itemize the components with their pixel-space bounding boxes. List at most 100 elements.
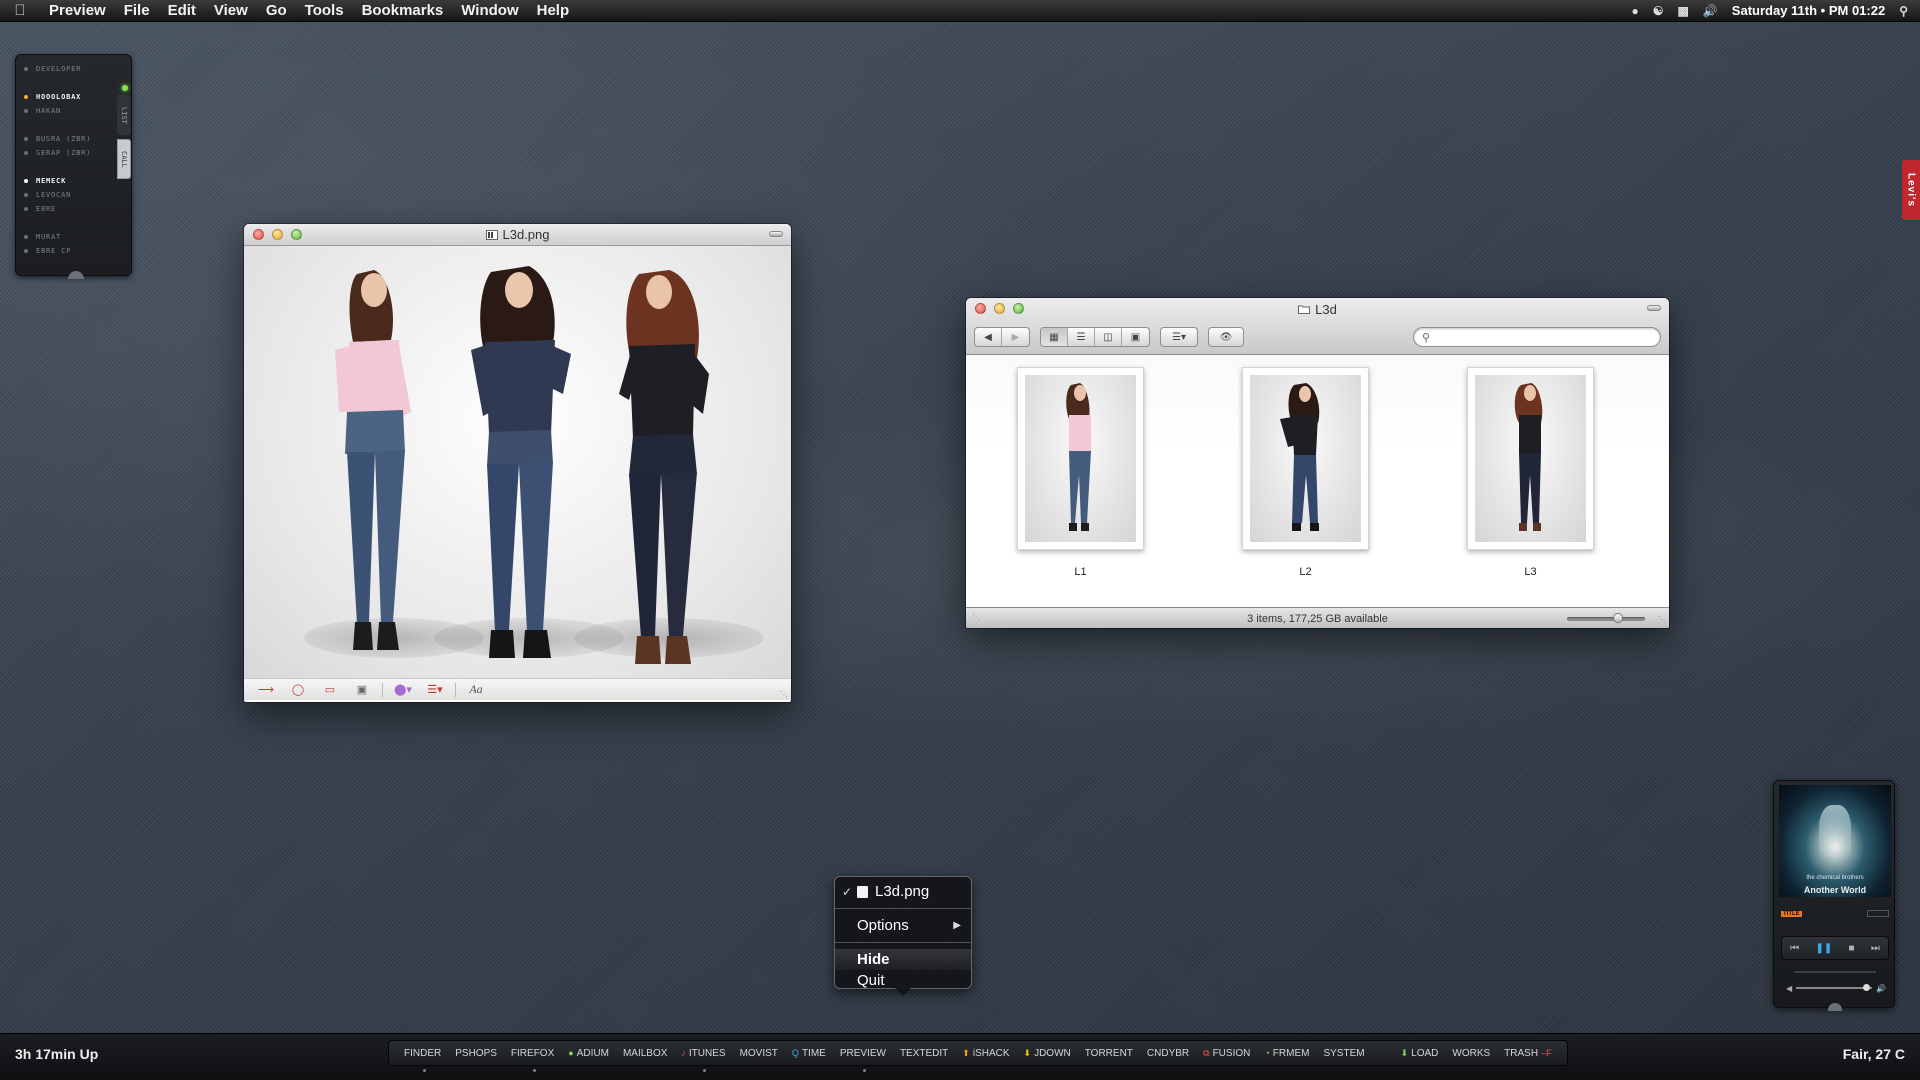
quick-look-eye-icon[interactable]: 👁	[1209, 328, 1243, 346]
launcher-item-load[interactable]: ⬇ LOAD	[1394, 1048, 1446, 1059]
menu-item-hide[interactable]: Hide	[835, 949, 971, 970]
contact-item[interactable]: LEVOCAN	[24, 188, 131, 202]
tab-list[interactable]: LIST	[117, 95, 131, 135]
stop-icon[interactable]: ■	[1849, 943, 1855, 954]
menu-app-name[interactable]: Preview	[40, 2, 115, 19]
menu-bookmarks[interactable]: Bookmarks	[353, 2, 453, 19]
file-item[interactable]: L2	[1242, 367, 1369, 607]
menu-edit[interactable]: Edit	[159, 2, 205, 19]
resize-grip-icon[interactable]: ⋱	[1658, 615, 1666, 624]
menu-help[interactable]: Help	[528, 2, 579, 19]
zoom-button[interactable]	[291, 229, 302, 240]
cover-flow-icon[interactable]: ▣	[1122, 328, 1149, 346]
tab-call[interactable]: CALL	[117, 139, 131, 179]
oval-tool-icon[interactable]: ◯	[282, 681, 314, 699]
volume-icon[interactable]: 🔊	[1703, 4, 1718, 18]
launcher-item-fusion[interactable]: ⧉ FUSION	[1196, 1048, 1257, 1059]
contact-item[interactable]: BUSRA (ZBR)	[24, 132, 131, 146]
network-icon[interactable]: ☯	[1653, 4, 1664, 18]
arrange-menu-icon[interactable]: ☰▾	[1161, 328, 1197, 346]
file-name[interactable]: L3	[1524, 566, 1536, 578]
file-item[interactable]: L1	[1017, 367, 1144, 607]
finder-titlebar[interactable]: L3d	[966, 298, 1669, 320]
menu-view[interactable]: View	[205, 2, 257, 19]
launcher-item-mailbox[interactable]: MAILBOX	[616, 1048, 674, 1059]
minimize-button[interactable]	[994, 303, 1005, 314]
rectangle-tool-icon[interactable]: ▭	[314, 681, 346, 699]
toolbar-toggle-button[interactable]	[1647, 305, 1661, 311]
launcher-item-works[interactable]: WORKS	[1445, 1048, 1497, 1059]
launcher-item-finder[interactable]: FINDER	[397, 1048, 448, 1072]
file-thumbnail[interactable]	[1017, 367, 1144, 550]
menu-file[interactable]: File	[115, 2, 159, 19]
launcher-item-ishack[interactable]: ⬆ iSHACK	[955, 1048, 1016, 1059]
previous-track-icon[interactable]: ⏮	[1790, 943, 1799, 954]
image-canvas[interactable]	[244, 246, 791, 678]
contact-item[interactable]: EBRE CP	[24, 244, 131, 258]
launcher-item-pshops[interactable]: PSHOPS	[448, 1048, 504, 1059]
toolbar-toggle-button[interactable]	[769, 231, 783, 237]
menu-tools[interactable]: Tools	[296, 2, 353, 19]
text-box-tool-icon[interactable]: ▣	[346, 681, 378, 699]
album-cover[interactable]: the chemical brothers Another World	[1779, 785, 1891, 897]
track-progress-bar[interactable]	[1794, 971, 1876, 973]
volume-slider-knob[interactable]	[1863, 984, 1871, 991]
file-item[interactable]: L3	[1467, 367, 1594, 607]
list-view-icon[interactable]: ☰	[1068, 328, 1095, 346]
contact-item[interactable]: MEMECK	[24, 174, 131, 188]
icon-view-icon[interactable]: ▦	[1041, 328, 1068, 346]
minimize-button[interactable]	[272, 229, 283, 240]
launcher-item-textedit[interactable]: TEXTEDIT	[893, 1048, 955, 1059]
menu-item-options[interactable]: Options ▶	[835, 915, 971, 936]
launcher-item-time[interactable]: Q TIME	[785, 1048, 833, 1059]
launcher-item-preview[interactable]: PREVIEW	[833, 1048, 893, 1072]
widget-handle[interactable]	[1828, 1003, 1842, 1011]
file-thumbnail[interactable]	[1242, 367, 1369, 550]
file-name[interactable]: L2	[1299, 566, 1311, 578]
launcher-item-trash[interactable]: TRASH –F	[1497, 1048, 1558, 1059]
rating-box[interactable]	[1867, 910, 1889, 917]
contact-item[interactable]: HAKAN	[24, 104, 131, 118]
back-icon[interactable]: ◀	[975, 328, 1002, 346]
launcher-item-firefox[interactable]: FIREFOX	[504, 1048, 561, 1072]
column-view-icon[interactable]: ◫	[1095, 328, 1122, 346]
next-track-icon[interactable]: ⏭	[1871, 943, 1880, 954]
close-button[interactable]	[975, 303, 986, 314]
volume-slider[interactable]	[1796, 984, 1873, 991]
contact-item[interactable]: HOOOLOBAX	[24, 90, 131, 104]
arrow-tool-icon[interactable]: ⟶	[250, 681, 282, 699]
forward-icon[interactable]: ▶	[1002, 328, 1029, 346]
line-style-picker-icon[interactable]: ☰▾	[419, 681, 451, 699]
widget-handle[interactable]	[68, 271, 84, 279]
resize-grip-icon[interactable]: ⋱	[780, 690, 788, 699]
contact-item[interactable]: SERAP (ZBR)	[24, 146, 131, 160]
pause-icon[interactable]: ❚❚	[1815, 943, 1832, 954]
sidebar-grip-icon[interactable]: ⋱	[972, 613, 980, 622]
spotlight-icon[interactable]: ⚲	[1899, 4, 1908, 18]
menu-go[interactable]: Go	[257, 2, 296, 19]
zoom-button[interactable]	[1013, 303, 1024, 314]
contact-item[interactable]: EBRE	[24, 202, 131, 216]
launcher-item-adium[interactable]: ● ADIUM	[561, 1048, 616, 1059]
contact-item[interactable]: DEVELOPER	[24, 62, 131, 76]
display-icon[interactable]: ▩	[1678, 4, 1689, 18]
launcher-item-movist[interactable]: MOVIST	[733, 1048, 785, 1059]
color-picker-icon[interactable]: ⬤▾	[387, 681, 419, 699]
launcher-item-frmem[interactable]: ◔ FRMEM	[1257, 1048, 1316, 1059]
menu-clock[interactable]: Saturday 11th • PM 01:22	[1732, 3, 1885, 18]
font-button[interactable]: Aa	[460, 681, 492, 699]
chat-icon[interactable]: ●	[1631, 4, 1638, 18]
file-thumbnail[interactable]	[1467, 367, 1594, 550]
launcher-item-torrent[interactable]: TORRENT	[1078, 1048, 1140, 1059]
launcher-item-cndybr[interactable]: CNDYBR	[1140, 1048, 1196, 1059]
icon-size-slider-knob[interactable]	[1613, 613, 1623, 623]
launcher-item-itunes[interactable]: ♪ ITUNES	[674, 1048, 732, 1072]
launcher-item-jdown[interactable]: ⬇ JDOWN	[1017, 1048, 1078, 1059]
icon-size-slider[interactable]	[1567, 613, 1645, 623]
close-button[interactable]	[253, 229, 264, 240]
launcher-item-system[interactable]: SYSTEM	[1316, 1048, 1371, 1059]
apple-menu-icon[interactable]: 	[0, 2, 40, 19]
file-name[interactable]: L1	[1074, 566, 1086, 578]
menu-window[interactable]: Window	[452, 2, 527, 19]
contact-item[interactable]: MURAT	[24, 230, 131, 244]
